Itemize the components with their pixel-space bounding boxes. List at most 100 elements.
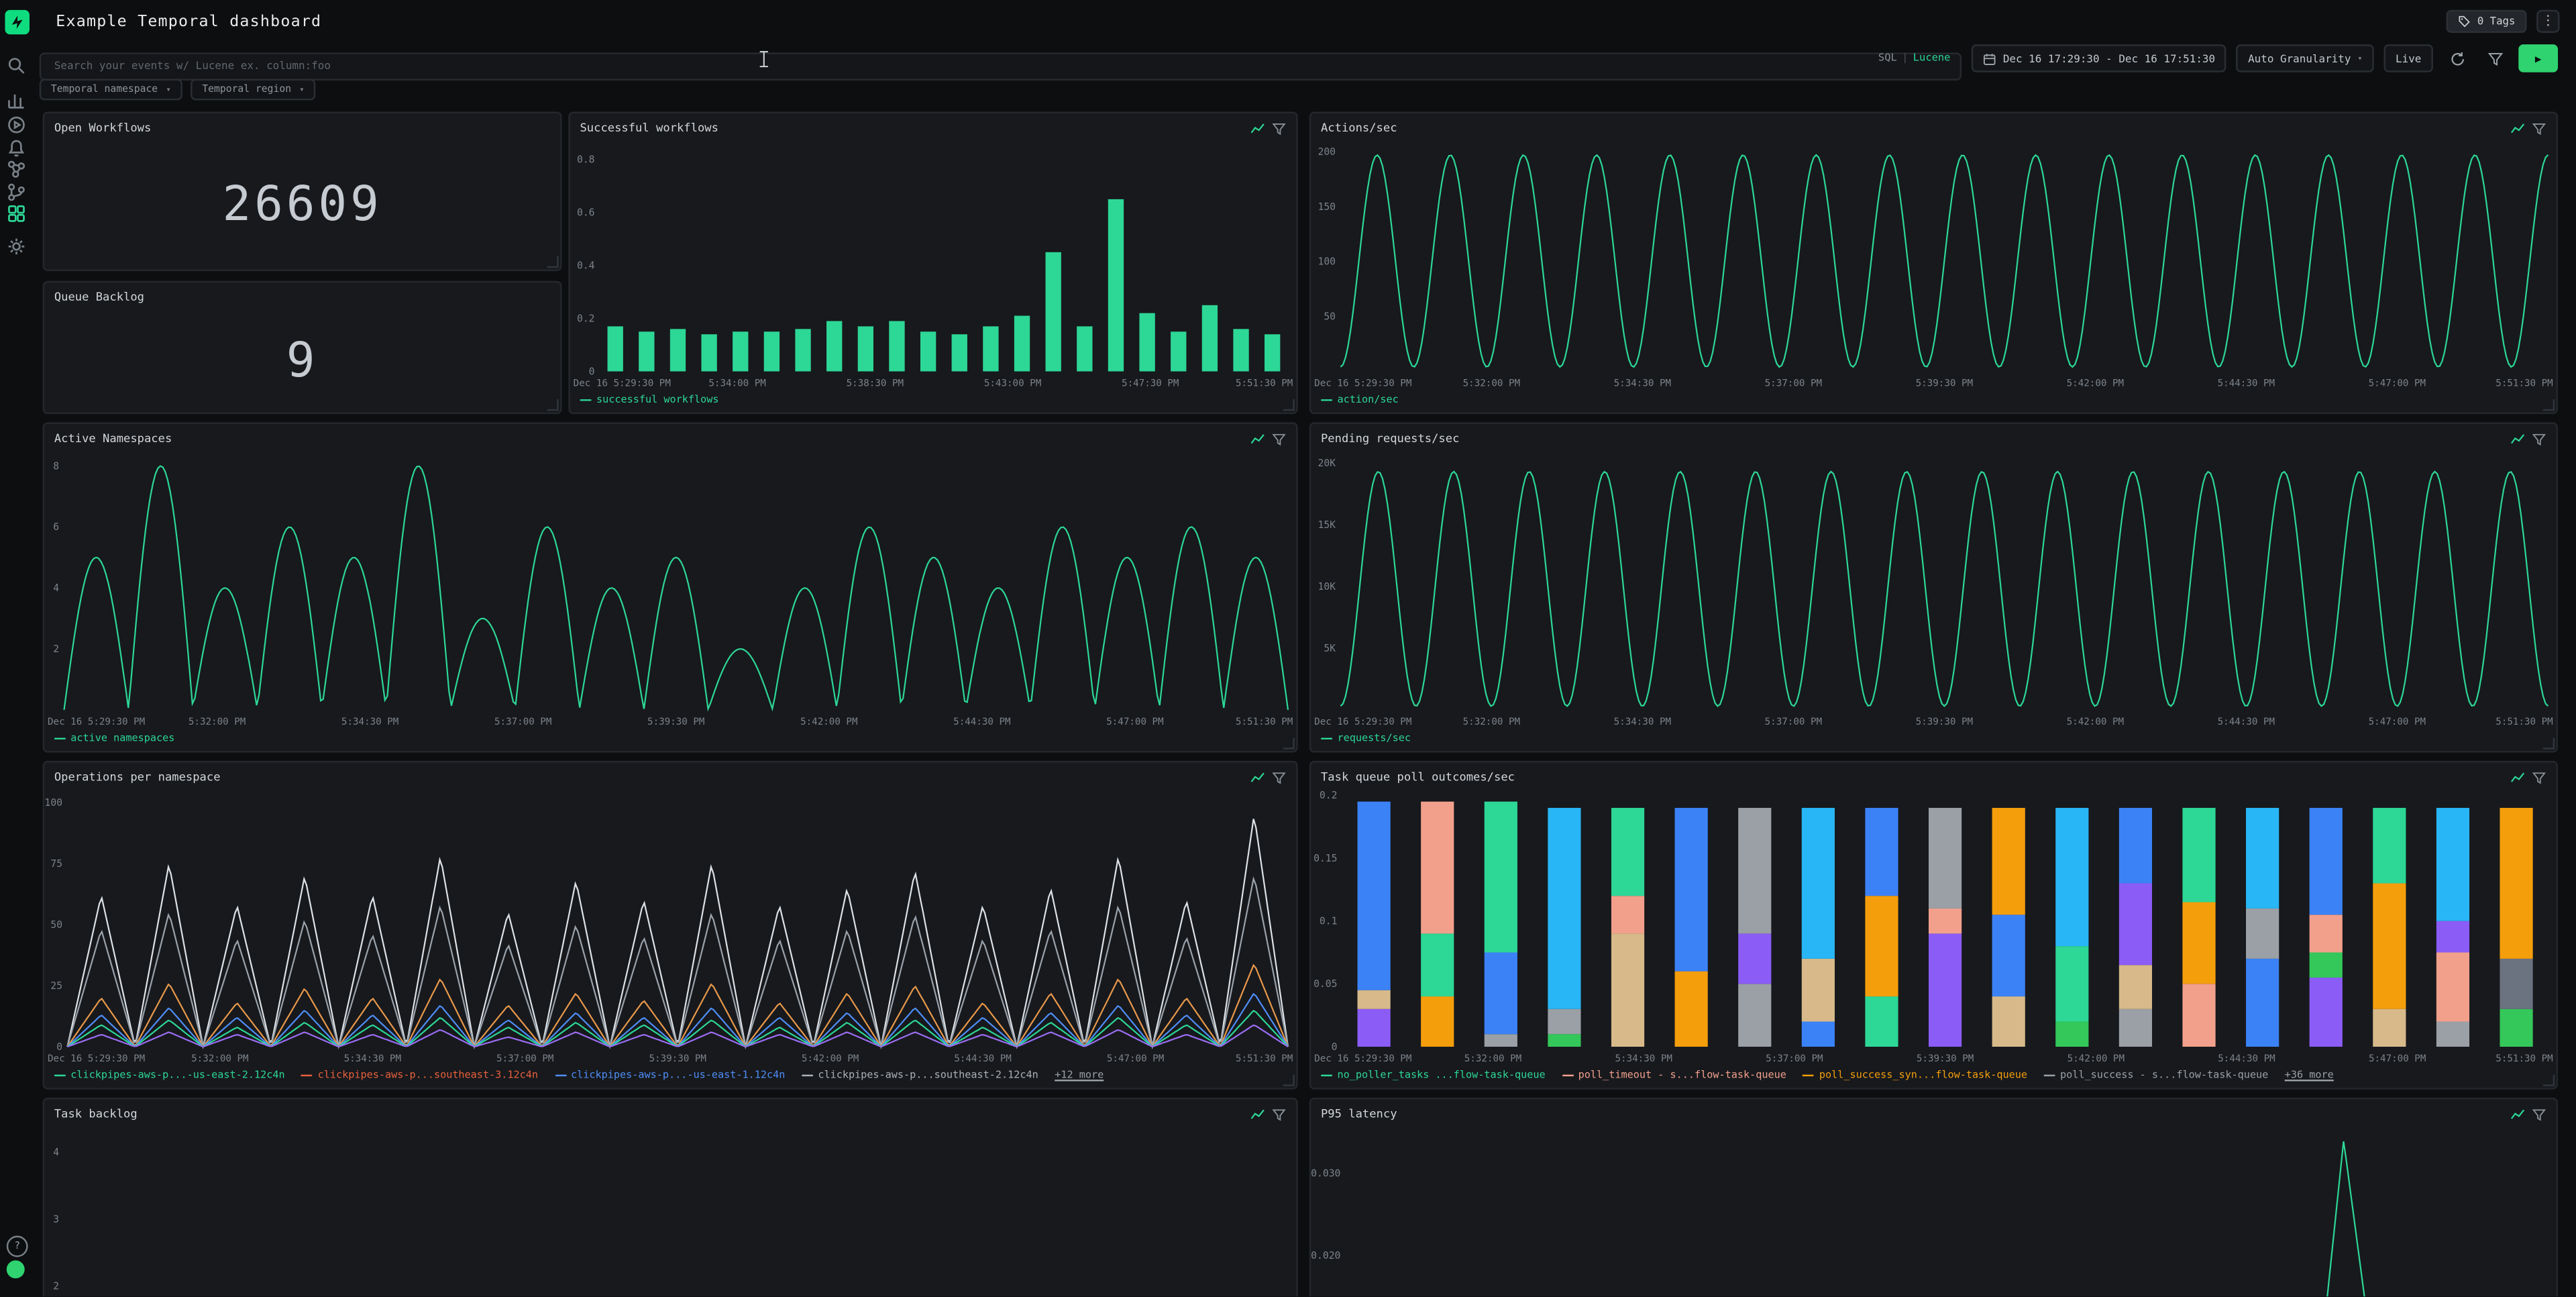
- tags-button[interactable]: 0 Tags: [2446, 10, 2526, 33]
- panel-resize-handle[interactable]: [1283, 738, 1295, 749]
- panel-chart-type-icon[interactable]: [1250, 770, 1265, 784]
- alerts-icon[interactable]: [7, 133, 26, 152]
- legend-label: clickpipes-aws-p...-us-east-2.12c4n: [70, 1070, 284, 1081]
- legend-item[interactable]: requests/sec: [1321, 733, 1411, 744]
- task-backlog-chart[interactable]: 432: [44, 1124, 1296, 1296]
- chart-explorer-icon[interactable]: [7, 85, 26, 105]
- live-button[interactable]: Live: [2383, 44, 2432, 72]
- legend-swatch: [1562, 1074, 1573, 1076]
- panel-chart-type-icon[interactable]: [2510, 121, 2525, 136]
- legend-item[interactable]: clickpipes-aws-p...southeast-3.12c4n: [301, 1070, 538, 1081]
- region-filter-label: Temporal region: [202, 84, 291, 95]
- sidebar: ?: [0, 43, 33, 1297]
- legend-more[interactable]: +36 more: [2285, 1070, 2334, 1081]
- service-map-icon[interactable]: [7, 154, 26, 174]
- traces-icon[interactable]: [7, 177, 26, 197]
- search-input[interactable]: [40, 52, 1962, 80]
- panel-chart-type-icon[interactable]: [2510, 1106, 2525, 1121]
- legend-label: poll_success_syn...flow-task-queue: [1819, 1070, 2027, 1081]
- legend-item[interactable]: poll_timeout - s...flow-task-queue: [1562, 1070, 1786, 1081]
- svg-text:5:34:30 PM: 5:34:30 PM: [1614, 378, 1671, 389]
- svg-text:5:42:00 PM: 5:42:00 PM: [2068, 1053, 2125, 1064]
- panel-resize-handle[interactable]: [2543, 399, 2555, 411]
- panel-chart-type-icon[interactable]: [2510, 431, 2525, 446]
- settings-icon[interactable]: [7, 231, 26, 251]
- panel-resize-handle[interactable]: [547, 399, 559, 411]
- panel-filter-icon[interactable]: [1272, 121, 1287, 136]
- svg-text:0: 0: [56, 1041, 62, 1053]
- sql-mode-toggle[interactable]: SQL: [1878, 52, 1897, 64]
- svg-text:100: 100: [45, 797, 63, 809]
- run-query-button[interactable]: ▶: [2518, 44, 2558, 72]
- region-filter[interactable]: Temporal region ▾: [191, 79, 316, 101]
- panel-filter-icon[interactable]: [2532, 770, 2546, 784]
- legend-item[interactable]: poll_success_syn...flow-task-queue: [1803, 1070, 2027, 1081]
- legend-item[interactable]: clickpipes-aws-p...-us-east-2.12c4n: [54, 1070, 285, 1081]
- svg-text:Dec 16 5:29:30 PM: Dec 16 5:29:30 PM: [1314, 1053, 1411, 1064]
- legend-item[interactable]: clickpipes-aws-p...southeast-2.12c4n: [802, 1070, 1038, 1081]
- panel-chart-type-icon[interactable]: [1250, 121, 1265, 136]
- panel-resize-handle[interactable]: [2543, 738, 2555, 749]
- namespace-filter[interactable]: Temporal namespace ▾: [40, 79, 182, 101]
- granularity-select[interactable]: Auto Granularity ▾: [2237, 44, 2374, 72]
- dashboards-icon[interactable]: [7, 199, 26, 218]
- more-menu-button[interactable]: ⋮: [2536, 10, 2559, 33]
- legend-more[interactable]: +12 more: [1055, 1070, 1104, 1081]
- legend-item[interactable]: successful workflows: [580, 395, 718, 406]
- legend-item[interactable]: active namespaces: [54, 733, 175, 744]
- panel-filter-icon[interactable]: [2532, 121, 2546, 136]
- svg-text:2: 2: [53, 1280, 59, 1292]
- panel-filter-icon[interactable]: [2532, 1106, 2546, 1121]
- svg-text:5:37:00 PM: 5:37:00 PM: [494, 717, 551, 727]
- search-icon[interactable]: [7, 51, 26, 70]
- panel-chart-type-icon[interactable]: [1250, 1106, 1265, 1121]
- svg-text:5:47:00 PM: 5:47:00 PM: [2369, 378, 2426, 389]
- svg-text:5:34:30 PM: 5:34:30 PM: [1615, 1053, 1672, 1064]
- lucene-mode-toggle[interactable]: Lucene: [1913, 52, 1951, 64]
- panel-title: Open Workflows: [54, 121, 152, 135]
- svg-text:0: 0: [1332, 1041, 1338, 1053]
- panel-resize-handle[interactable]: [1283, 399, 1295, 411]
- panel-filter-icon[interactable]: [1272, 770, 1287, 784]
- help-button[interactable]: ?: [7, 1236, 28, 1257]
- active-namespaces-chart[interactable]: 8642Dec 16 5:29:30 PM5:32:00 PM5:34:30 P…: [44, 449, 1296, 730]
- panel-chart-type-icon[interactable]: [1250, 431, 1265, 446]
- query-toolbar: SQL | Lucene Dec 16 17:29:30 - Dec 16 17…: [40, 44, 2558, 72]
- actions-per-sec-chart[interactable]: 20015010050Dec 16 5:29:30 PM5:32:00 PM5:…: [1311, 138, 2556, 391]
- legend-item[interactable]: clickpipes-aws-p...-us-east-1.12c4n: [555, 1070, 786, 1081]
- panel-filter-icon[interactable]: [2532, 431, 2546, 446]
- svg-text:5:37:00 PM: 5:37:00 PM: [496, 1053, 553, 1064]
- panel-filter-icon[interactable]: [1272, 431, 1287, 446]
- filter-button[interactable]: [2481, 44, 2509, 72]
- svg-text:Dec 16 5:29:30 PM: Dec 16 5:29:30 PM: [48, 717, 145, 727]
- svg-text:8: 8: [53, 460, 59, 472]
- sessions-icon[interactable]: [7, 110, 26, 129]
- legend-item[interactable]: action/sec: [1321, 395, 1399, 406]
- user-avatar[interactable]: [7, 1260, 25, 1278]
- panel-title: Task backlog: [54, 1108, 138, 1121]
- p95-latency-chart[interactable]: 0.0300.0200.010: [1311, 1124, 2556, 1296]
- legend-label: successful workflows: [596, 395, 718, 406]
- time-range-picker[interactable]: Dec 16 17:29:30 - Dec 16 17:51:30: [1972, 44, 2226, 72]
- panel-resize-handle[interactable]: [2543, 1075, 2555, 1086]
- chart-legend: clickpipes-aws-p...-us-east-2.12c4n click…: [44, 1066, 1296, 1088]
- pending-requests-chart[interactable]: 20K15K10K5KDec 16 5:29:30 PM5:32:00 PM5:…: [1311, 449, 2556, 730]
- refresh-icon: [2449, 50, 2465, 66]
- task-queue-polls-chart[interactable]: 0.20.150.10.050Dec 16 5:29:30 PM5:32:00 …: [1311, 787, 2556, 1066]
- panel-filter-icon[interactable]: [1272, 1106, 1287, 1121]
- refresh-button[interactable]: [2443, 44, 2471, 72]
- legend-item[interactable]: poll_success - s...flow-task-queue: [2044, 1070, 2269, 1081]
- svg-text:5:42:00 PM: 5:42:00 PM: [802, 1053, 859, 1064]
- panel-resize-handle[interactable]: [547, 256, 559, 268]
- operations-per-namespace-chart[interactable]: 1007550250Dec 16 5:29:30 PM5:32:00 PM5:3…: [44, 787, 1296, 1066]
- panel-active-namespaces: Active Namespaces 8642Dec 16 5:29:30 PM5…: [43, 422, 1298, 752]
- panel-chart-type-icon[interactable]: [2510, 770, 2525, 784]
- legend-item[interactable]: no_poller_tasks ...flow-task-queue: [1321, 1070, 1546, 1081]
- svg-text:5:39:30 PM: 5:39:30 PM: [1916, 378, 1973, 389]
- svg-text:0.020: 0.020: [1311, 1250, 1340, 1261]
- svg-text:5:39:30 PM: 5:39:30 PM: [647, 717, 704, 727]
- successful-workflows-chart[interactable]: 0.80.60.40.20Dec 16 5:29:30 PM5:34:00 PM…: [570, 138, 1296, 391]
- panel-resize-handle[interactable]: [1283, 1075, 1295, 1086]
- chart-legend: successful workflows: [570, 391, 1296, 413]
- app-logo-icon[interactable]: [5, 9, 30, 34]
